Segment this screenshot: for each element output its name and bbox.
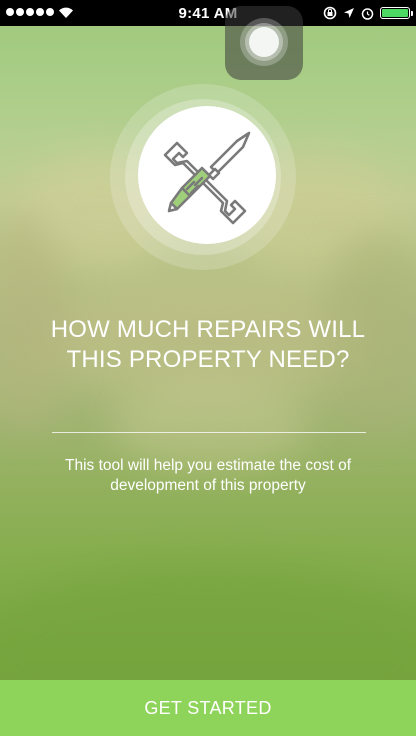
alarm-icon [361,7,374,20]
page-subtitle: This tool will help you estimate the cos… [64,457,352,494]
divider [52,432,366,433]
rotation-lock-icon [323,6,337,20]
page-title: HOW MUCH REPAIRS WILL THIS PROPERTY NEED… [50,316,366,373]
status-icons [323,5,413,21]
assistive-touch-button[interactable] [225,6,303,80]
location-icon [344,8,354,18]
tools-icon [163,131,251,225]
status-bar: 9:41 AM [0,0,416,26]
get-started-button[interactable]: GET STARTED [0,680,416,736]
tools-badge [138,106,276,244]
screen: 9:41 AM HOW MUCH REPAIRS WILL THIS PROPE… [0,0,416,736]
battery-icon [380,7,413,19]
